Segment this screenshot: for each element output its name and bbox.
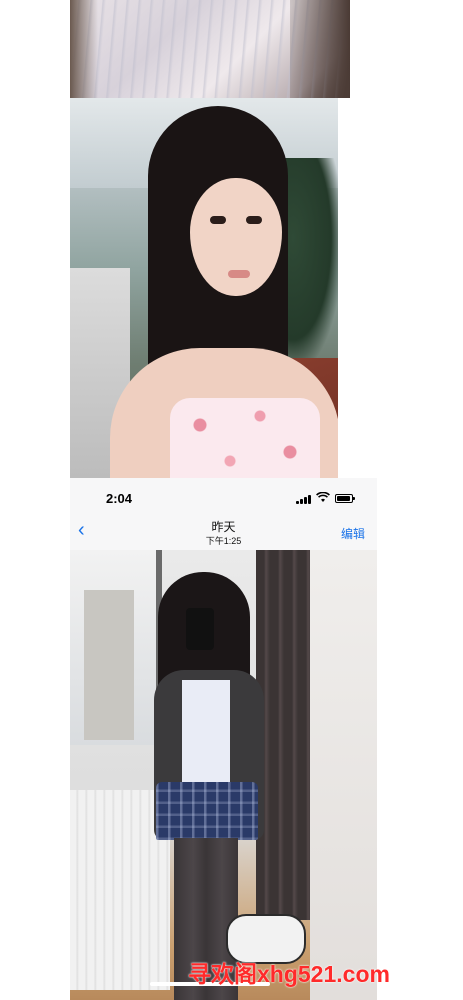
photo-plaid-skirt bbox=[156, 782, 258, 840]
battery-icon bbox=[335, 494, 355, 503]
photo-balcony-selfie bbox=[70, 98, 338, 478]
nav-title: 昨天 bbox=[211, 520, 236, 534]
photo-top-fabric bbox=[70, 0, 350, 98]
photo-lips bbox=[228, 270, 250, 278]
photo-curtain bbox=[256, 550, 316, 920]
photos-app-header: 2:04 ‹ 昨天 下午1:25 编辑 bbox=[70, 478, 377, 550]
photo-shirt bbox=[182, 680, 230, 790]
photo-floral-dress bbox=[170, 398, 320, 478]
photo-shadow-left bbox=[70, 0, 98, 98]
edit-button[interactable]: 编辑 bbox=[341, 525, 365, 542]
photo-building bbox=[84, 590, 134, 740]
photo-window bbox=[70, 550, 162, 745]
photo-eye-left bbox=[210, 216, 226, 224]
wifi-icon bbox=[316, 491, 330, 506]
watermark-text: 寻欢阁xhg521.com bbox=[188, 961, 390, 987]
photo-eye-right bbox=[246, 216, 262, 224]
photo-phone bbox=[186, 608, 214, 650]
photo-shadow-right bbox=[290, 0, 350, 98]
cellular-signal-icon bbox=[296, 495, 312, 504]
photo-wall bbox=[310, 550, 377, 1000]
photo-mirror-selfie bbox=[70, 550, 377, 1000]
nav-subtitle: 下午1:25 bbox=[205, 536, 242, 546]
status-time: 2:04 bbox=[106, 491, 133, 506]
